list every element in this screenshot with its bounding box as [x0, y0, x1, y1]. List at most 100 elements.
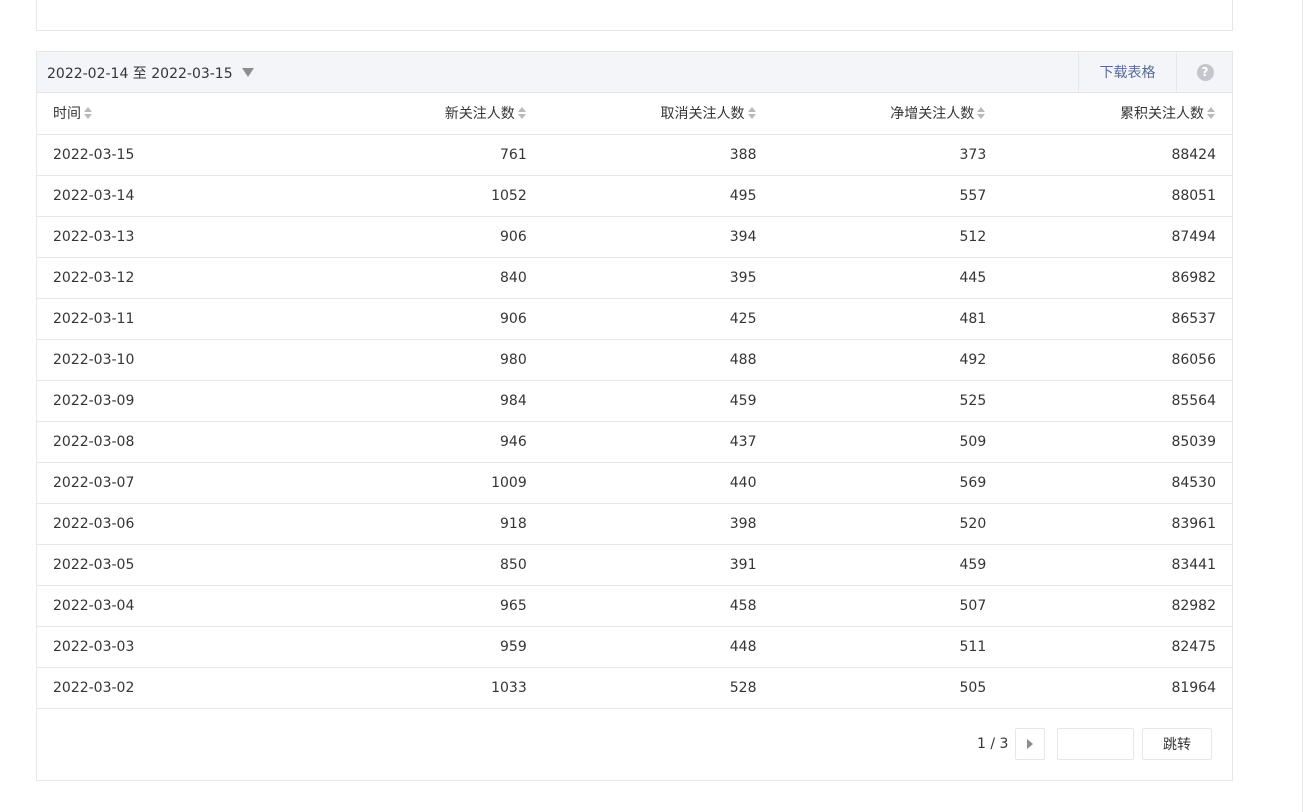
cell-total-follows: 88424 — [1002, 134, 1232, 176]
table-row: 2022-03-08 946 437 509 85039 — [37, 421, 1232, 463]
table-row: 2022-03-12 840 395 445 86982 — [37, 257, 1232, 299]
cell-total-follows: 83441 — [1002, 544, 1232, 586]
column-header-net-follows[interactable]: 净增关注人数 — [772, 93, 1003, 135]
cell-date: 2022-03-03 — [53, 626, 313, 668]
cell-total-follows: 82982 — [1002, 585, 1232, 627]
table-row: 2022-03-14 1052 495 557 88051 — [37, 175, 1232, 217]
cell-date: 2022-03-10 — [53, 339, 313, 381]
date-range-picker[interactable]: 2022-02-14 至 2022-03-15 — [47, 52, 254, 93]
cell-net-follows: 505 — [772, 667, 1003, 709]
table-toolbar: 2022-02-14 至 2022-03-15 下载表格 ? — [37, 52, 1232, 93]
data-table-panel: 2022-02-14 至 2022-03-15 下载表格 ? 时间 新关注人数 … — [36, 51, 1233, 781]
page-number-input[interactable] — [1057, 728, 1134, 760]
cell-net-follows: 507 — [772, 585, 1003, 627]
cell-net-follows: 481 — [772, 298, 1003, 340]
cell-date: 2022-03-07 — [53, 462, 313, 504]
cell-total-follows: 86982 — [1002, 257, 1232, 299]
cell-date: 2022-03-08 — [53, 421, 313, 463]
column-header-time[interactable]: 时间 — [53, 93, 313, 135]
cell-unfollows: 528 — [542, 667, 773, 709]
cell-total-follows: 81964 — [1002, 667, 1232, 709]
table-row: 2022-03-07 1009 440 569 84530 — [37, 462, 1232, 504]
table-row: 2022-03-13 906 394 512 87494 — [37, 216, 1232, 258]
sort-icon[interactable] — [1207, 107, 1216, 120]
previous-card — [36, 0, 1233, 31]
table-row: 2022-03-15 761 388 373 88424 — [37, 134, 1232, 176]
cell-net-follows: 445 — [772, 257, 1003, 299]
cell-unfollows: 388 — [542, 134, 773, 176]
cell-total-follows: 85039 — [1002, 421, 1232, 463]
next-page-button[interactable] — [1015, 728, 1045, 760]
cell-new-follows: 980 — [313, 339, 543, 381]
table-row: 2022-03-11 906 425 481 86537 — [37, 298, 1232, 340]
cell-new-follows: 1052 — [313, 175, 543, 217]
cell-total-follows: 85564 — [1002, 380, 1232, 422]
cell-unfollows: 395 — [542, 257, 773, 299]
cell-net-follows: 520 — [772, 503, 1003, 545]
download-table-button[interactable]: 下载表格 — [1078, 52, 1176, 92]
table-row: 2022-03-10 980 488 492 86056 — [37, 339, 1232, 381]
date-range-label: 2022-02-14 至 2022-03-15 — [47, 65, 233, 82]
cell-total-follows: 88051 — [1002, 175, 1232, 217]
column-header-total-follows[interactable]: 累积关注人数 — [1002, 93, 1232, 135]
cell-unfollows: 394 — [542, 216, 773, 258]
cell-total-follows: 82475 — [1002, 626, 1232, 668]
cell-unfollows: 448 — [542, 626, 773, 668]
cell-date: 2022-03-09 — [53, 380, 313, 422]
column-header-new-follows[interactable]: 新关注人数 — [313, 93, 543, 135]
cell-net-follows: 569 — [772, 462, 1003, 504]
pagination: 1 / 3 跳转 — [37, 708, 1232, 780]
help-button[interactable]: ? — [1176, 52, 1233, 92]
scrollbar-track[interactable] — [1302, 0, 1303, 812]
jump-button[interactable]: 跳转 — [1142, 728, 1212, 760]
cell-date: 2022-03-02 — [53, 667, 313, 709]
cell-unfollows: 459 — [542, 380, 773, 422]
sort-icon[interactable] — [517, 107, 527, 120]
cell-unfollows: 458 — [542, 585, 773, 627]
table-row: 2022-03-09 984 459 525 85564 — [37, 380, 1232, 422]
cell-new-follows: 840 — [313, 257, 543, 299]
cell-unfollows: 488 — [542, 339, 773, 381]
cell-unfollows: 398 — [542, 503, 773, 545]
cell-date: 2022-03-06 — [53, 503, 313, 545]
cell-new-follows: 906 — [313, 298, 543, 340]
cell-unfollows: 437 — [542, 421, 773, 463]
cell-new-follows: 761 — [313, 134, 543, 176]
cell-total-follows: 83961 — [1002, 503, 1232, 545]
question-circle-icon: ? — [1196, 63, 1214, 81]
table-row: 2022-03-02 1033 528 505 81964 — [37, 667, 1232, 709]
cell-date: 2022-03-04 — [53, 585, 313, 627]
cell-total-follows: 86056 — [1002, 339, 1232, 381]
sort-icon[interactable] — [84, 107, 93, 120]
cell-net-follows: 557 — [772, 175, 1003, 217]
sort-icon[interactable] — [977, 107, 986, 120]
cell-date: 2022-03-15 — [53, 134, 313, 176]
sort-icon[interactable] — [747, 107, 757, 120]
cell-unfollows: 495 — [542, 175, 773, 217]
cell-net-follows: 373 — [772, 134, 1003, 176]
cell-unfollows: 425 — [542, 298, 773, 340]
table-row: 2022-03-05 850 391 459 83441 — [37, 544, 1232, 586]
column-header-unfollows[interactable]: 取消关注人数 — [542, 93, 773, 135]
cell-new-follows: 906 — [313, 216, 543, 258]
cell-date: 2022-03-05 — [53, 544, 313, 586]
cell-new-follows: 918 — [313, 503, 543, 545]
cell-total-follows: 87494 — [1002, 216, 1232, 258]
table-header-row: 时间 新关注人数 取消关注人数 净增关注人数 累积关注人数 — [37, 93, 1232, 135]
table-row: 2022-03-03 959 448 511 82475 — [37, 626, 1232, 668]
page-indicator: 1 / 3 — [977, 736, 1009, 752]
cell-unfollows: 440 — [542, 462, 773, 504]
follower-stats-table: 时间 新关注人数 取消关注人数 净增关注人数 累积关注人数 2022-03-15… — [37, 93, 1232, 709]
cell-net-follows: 512 — [772, 216, 1003, 258]
cell-new-follows: 984 — [313, 380, 543, 422]
cell-total-follows: 84530 — [1002, 462, 1232, 504]
cell-new-follows: 1033 — [313, 667, 543, 709]
cell-net-follows: 492 — [772, 339, 1003, 381]
cell-new-follows: 1009 — [313, 462, 543, 504]
cell-date: 2022-03-14 — [53, 175, 313, 217]
cell-date: 2022-03-11 — [53, 298, 313, 340]
caret-down-icon — [241, 68, 254, 77]
cell-net-follows: 511 — [772, 626, 1003, 668]
cell-new-follows: 850 — [313, 544, 543, 586]
cell-new-follows: 946 — [313, 421, 543, 463]
